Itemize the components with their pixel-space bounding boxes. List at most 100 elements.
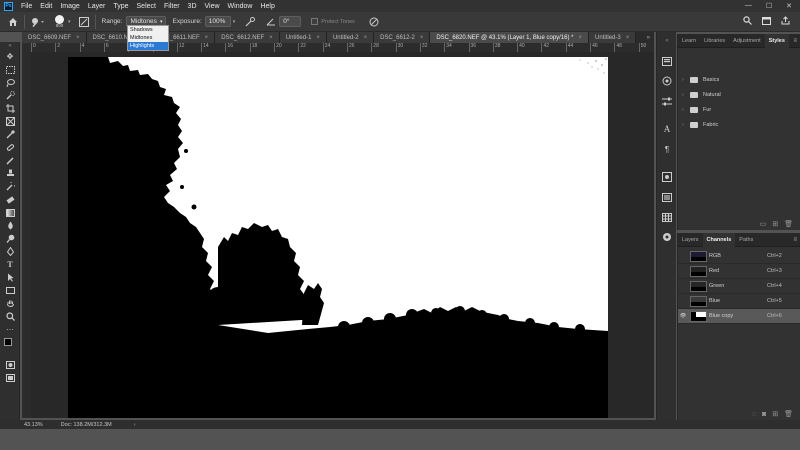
new-style-icon[interactable]: ⊞ (772, 220, 778, 228)
dodge-tool-icon[interactable] (0, 232, 20, 245)
close-icon[interactable]: × (316, 35, 320, 41)
close-icon[interactable]: × (364, 35, 368, 41)
foreground-color-swatch[interactable] (4, 338, 12, 346)
style-folder-basics[interactable]: › Basics (678, 72, 800, 87)
menu-image[interactable]: Image (56, 3, 83, 10)
close-icon[interactable]: × (420, 35, 424, 41)
tab-document[interactable]: DSC_6609.NEF × (22, 32, 87, 43)
dodge-tool-preset-icon[interactable] (31, 17, 45, 27)
tab-document[interactable]: Untitled-3 × (589, 32, 637, 43)
panel-menu-icon[interactable]: ≡ (793, 38, 800, 44)
tabs-overflow-icon[interactable]: » (647, 32, 654, 43)
tab-adjustments[interactable]: Adjustment (729, 34, 765, 48)
maximize-icon[interactable]: ☐ (766, 2, 772, 10)
range-option-shadows[interactable]: Shadows (128, 26, 168, 34)
rectangle-tool-icon[interactable] (0, 284, 20, 297)
frame-tool-icon[interactable] (0, 115, 20, 128)
crop-tool-icon[interactable] (0, 102, 20, 115)
document-canvas[interactable] (68, 57, 608, 418)
marquee-tool-icon[interactable] (0, 63, 20, 76)
color-panel-icon[interactable] (657, 74, 677, 88)
quick-selection-tool-icon[interactable] (0, 89, 20, 102)
history-panel-icon[interactable] (657, 54, 677, 68)
style-folder-fabric[interactable]: › Fabric (678, 117, 800, 132)
close-icon[interactable]: × (579, 35, 583, 41)
menu-3d[interactable]: 3D (184, 3, 201, 10)
tab-layers[interactable]: Layers (678, 233, 703, 247)
new-group-icon[interactable]: ▭ (760, 220, 767, 228)
channel-row-red[interactable]: Red Ctrl+3 (678, 264, 800, 279)
airbrush-icon[interactable] (245, 16, 256, 27)
gradient-tool-icon[interactable] (0, 206, 20, 219)
tab-document-active[interactable]: DSC_6820.NEF @ 43.1% (Layer 1, Blue copy… (430, 32, 590, 43)
channel-row-rgb[interactable]: RGB Ctrl+2 (678, 249, 800, 264)
ruler-horizontal[interactable]: 0246810121416182022242628303234363840424… (22, 43, 654, 52)
blur-tool-icon[interactable] (0, 219, 20, 232)
tab-paths[interactable]: Paths (735, 233, 757, 247)
tab-document[interactable]: DSC_6612.NEF × (215, 32, 280, 43)
style-folder-fur[interactable]: › Fur (678, 102, 800, 117)
adjustments-panel-icon[interactable] (657, 94, 677, 108)
tab-libraries[interactable]: Libraries (700, 34, 729, 48)
delete-icon[interactable]: 🗑︎ (784, 410, 793, 418)
channel-row-blue[interactable]: Blue Ctrl+5 (678, 294, 800, 309)
healing-brush-tool-icon[interactable] (0, 141, 20, 154)
chevron-right-icon[interactable]: › (134, 422, 136, 428)
load-channel-as-selection-icon[interactable]: ◌ (752, 411, 756, 418)
channel-row-blue-copy[interactable]: 👁︎ Blue copy Ctrl+6 (678, 309, 800, 324)
character-panel-icon[interactable]: A (657, 122, 677, 136)
home-icon[interactable] (8, 17, 18, 27)
tab-channels[interactable]: Channels (702, 232, 736, 247)
style-folder-natural[interactable]: › Natural (678, 87, 800, 102)
tab-learn[interactable]: Learn (678, 34, 700, 48)
properties-panel-icon[interactable] (657, 170, 677, 184)
patterns-panel-icon[interactable] (657, 230, 677, 244)
menu-file[interactable]: File (17, 3, 36, 10)
protect-tones-checkbox[interactable]: Protect Tones (311, 18, 355, 25)
path-selection-tool-icon[interactable] (0, 271, 20, 284)
close-icon[interactable]: ✕ (786, 2, 792, 10)
exposure-input[interactable]: 100% (204, 16, 231, 27)
brush-panel-icon[interactable] (78, 16, 89, 27)
menu-edit[interactable]: Edit (36, 3, 56, 10)
range-option-highlights[interactable]: Highlights (128, 42, 168, 50)
tab-styles[interactable]: Styles (764, 33, 789, 48)
type-tool-icon[interactable]: T (0, 258, 20, 271)
pen-tool-icon[interactable] (0, 245, 20, 258)
more-tools-icon[interactable]: ··· (0, 323, 20, 336)
range-option-midtones[interactable]: Midtones (128, 34, 168, 42)
chevron-down-icon[interactable]: ▾ (68, 19, 71, 25)
angle-input[interactable]: 0° (279, 16, 302, 27)
panel-menu-icon[interactable]: ≡ (793, 237, 800, 243)
paragraph-panel-icon[interactable]: ¶ (657, 142, 677, 156)
tab-document[interactable]: Untitled-1 × (279, 32, 327, 43)
swatches-panel-icon[interactable] (657, 210, 677, 224)
search-icon[interactable] (743, 16, 752, 27)
close-icon[interactable]: × (76, 35, 80, 41)
delete-icon[interactable]: 🗑︎ (784, 220, 793, 228)
brush-size-picker[interactable]: 800 (55, 15, 64, 28)
move-tool-icon[interactable]: ✥ (0, 50, 20, 63)
menu-help[interactable]: Help (256, 3, 278, 10)
zoom-level[interactable]: 43.13% (24, 422, 43, 428)
minimize-icon[interactable]: — (745, 2, 752, 10)
close-icon[interactable]: × (269, 35, 273, 41)
eyedropper-tool-icon[interactable] (0, 128, 20, 141)
menu-select[interactable]: Select (133, 3, 160, 10)
tab-document[interactable]: DSC_6612-2 × (374, 32, 431, 43)
share-icon[interactable] (781, 16, 790, 27)
save-selection-as-channel-icon[interactable]: ◙ (762, 411, 766, 418)
menu-view[interactable]: View (201, 3, 224, 10)
close-icon[interactable]: × (205, 35, 209, 41)
menu-layer[interactable]: Layer (84, 3, 110, 10)
gradients-panel-icon[interactable] (657, 190, 677, 204)
toolbar-grip-icon[interactable]: » (0, 42, 20, 50)
hand-tool-icon[interactable] (0, 297, 20, 310)
lasso-tool-icon[interactable] (0, 76, 20, 89)
channel-row-green[interactable]: Green Ctrl+4 (678, 279, 800, 294)
chevron-down-icon[interactable]: ▾ (233, 19, 236, 25)
zoom-tool-icon[interactable] (0, 310, 20, 323)
quick-mask-icon[interactable] (0, 358, 20, 371)
workspace-icon[interactable] (762, 16, 771, 27)
color-swatches[interactable] (0, 336, 20, 358)
